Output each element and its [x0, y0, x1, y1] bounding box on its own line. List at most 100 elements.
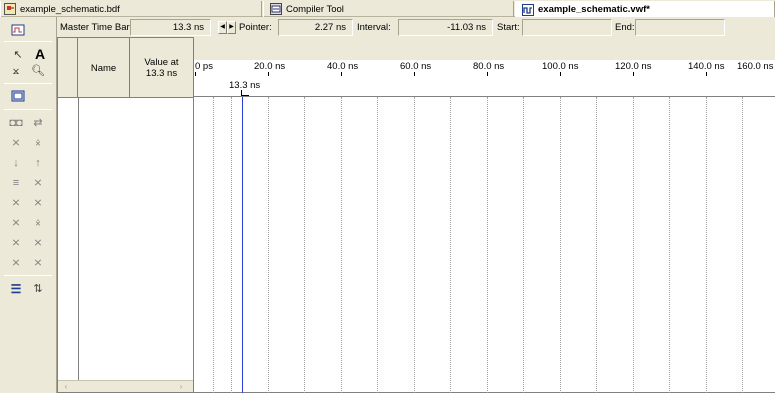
overwrite-value-icon[interactable]: ⨯ — [30, 255, 46, 271]
grid-line — [341, 97, 342, 393]
ruler-label: 100.0 ns — [542, 61, 579, 72]
dont-care-icon[interactable]: ⨰ — [30, 215, 46, 231]
scroll-left-icon[interactable]: ‹ — [61, 382, 71, 392]
pointer-label: Pointer: — [239, 22, 272, 33]
waveform-file-icon — [522, 3, 534, 16]
master-time-marker-handle[interactable] — [241, 90, 249, 96]
replace-icon[interactable]: ⇄ — [30, 115, 46, 131]
name-header-label: Name — [90, 62, 117, 74]
ruler-label: 80.0 ns — [473, 61, 505, 72]
master-time-field[interactable]: 13.3 ns — [130, 19, 211, 36]
scroll-right-icon[interactable]: › — [176, 382, 186, 392]
ruler-label: 60.0 ns — [400, 61, 432, 72]
value-column-header[interactable]: Value at 13.3 ns — [130, 38, 193, 98]
grid-line — [487, 97, 488, 393]
clock-icon[interactable]: ⨯ — [8, 255, 24, 271]
block-diagram-icon — [4, 3, 16, 15]
grid-line — [231, 97, 232, 393]
master-time-value: 13.3 ns — [172, 22, 204, 33]
ruler-tick — [633, 72, 634, 76]
interval-label: Interval: — [357, 22, 391, 33]
ruler-tick — [195, 72, 196, 76]
sort-icon[interactable]: ⇅ — [30, 281, 46, 297]
group-icon[interactable]: ☰ — [8, 281, 24, 297]
find-icon[interactable]: ◘◘ — [8, 115, 24, 131]
ruler-label: 160.0 ns — [737, 61, 774, 72]
waveform-editor-toolbar: ↖ A ⨲ 🔍︎ ◘◘ ⇄ ⨯ ⨰ ↓ ↑ ≡ ⨯ ⨯ ⨯ ⨯ ⨰ ⨯ ⨯ ⨯ … — [0, 17, 57, 393]
ruler-label: 0 ps — [195, 61, 213, 72]
weak-low-icon[interactable]: ≡ — [8, 175, 24, 191]
weak-high-icon[interactable]: ⨯ — [30, 175, 46, 191]
grid-line — [596, 97, 597, 393]
ruler-tick — [706, 72, 707, 76]
waveform-edit-icon[interactable]: ⨲ — [8, 63, 24, 79]
fullscreen-icon[interactable] — [10, 89, 26, 105]
ruler-tick — [341, 72, 342, 76]
toolbar-separator — [4, 41, 52, 42]
grid-line — [304, 97, 305, 393]
uninitialized-icon[interactable]: ⨯ — [8, 195, 24, 211]
grid-line — [560, 97, 561, 393]
end-field[interactable] — [635, 19, 725, 36]
arbitrary-value-icon[interactable]: ⨯ — [30, 235, 46, 251]
select-arrow-icon[interactable]: ↖ — [10, 47, 26, 63]
text-tool-icon[interactable]: A — [32, 46, 48, 62]
invert-icon[interactable]: ⨯ — [8, 135, 24, 151]
grid-line — [450, 97, 451, 393]
random-value-icon[interactable]: ⨯ — [30, 195, 46, 211]
grid-line — [669, 97, 670, 393]
interval-field: -11.03 ns — [398, 19, 493, 36]
grid-line — [523, 97, 524, 393]
grid-line — [706, 97, 707, 393]
high-impedance-icon[interactable]: ⨯ — [8, 215, 24, 231]
names-horizontal-scrollbar[interactable]: ‹ › — [58, 380, 193, 392]
previous-transition-button[interactable]: ◀ — [218, 21, 227, 34]
pointer-value: 2.27 ns — [314, 22, 346, 33]
name-column-header[interactable]: Name — [78, 38, 130, 98]
tab-label: example_schematic.vwf* — [538, 4, 650, 15]
start-label: Start: — [497, 22, 520, 33]
count-value-icon[interactable]: ⨰ — [30, 135, 46, 151]
signal-names-panel: Name Value at 13.3 ns ‹ › — [57, 37, 194, 393]
index-column-divider — [78, 98, 79, 380]
waveform-area[interactable] — [194, 60, 775, 393]
tab-example-schematic-vwf[interactable]: example_schematic.vwf* — [515, 1, 775, 18]
toolbar-separator — [4, 83, 52, 84]
next-transition-button[interactable]: ▶ — [227, 21, 236, 34]
tab-example-schematic-bdf[interactable]: example_schematic.bdf — [0, 1, 262, 17]
ruler-label: 20.0 ns — [254, 61, 286, 72]
ruler-tick — [560, 72, 561, 76]
ruler-tick — [414, 72, 415, 76]
waveform-edit-icon[interactable] — [10, 23, 26, 39]
grid-line — [742, 97, 743, 393]
index-column-header — [58, 38, 78, 98]
forcing-low-icon[interactable]: ↓ — [8, 155, 24, 171]
interval-value: -11.03 ns — [447, 22, 486, 33]
ruler-tick — [487, 72, 488, 76]
pointer-field: 2.27 ns — [278, 19, 353, 36]
toolbar-separator — [4, 109, 52, 110]
tab-compiler-tool[interactable]: Compiler Tool — [263, 1, 514, 17]
tab-label: Compiler Tool — [286, 3, 344, 15]
names-header: Name Value at 13.3 ns — [58, 38, 193, 98]
value-header-label: Value at 13.3 ns — [144, 57, 179, 79]
master-time-label: Master Time Bar: — [60, 22, 133, 33]
zoom-icon[interactable]: 🔍︎ — [30, 63, 46, 79]
end-label: End: — [615, 22, 635, 33]
grid-line — [414, 97, 415, 393]
ruler-tick — [268, 72, 269, 76]
compiler-icon — [270, 3, 282, 15]
tab-label: example_schematic.bdf — [20, 3, 120, 15]
grid-line — [268, 97, 269, 393]
forcing-unknown-icon[interactable]: ⨯ — [8, 235, 24, 251]
ruler-label: 120.0 ns — [615, 61, 652, 72]
master-time-marker[interactable] — [242, 97, 243, 393]
toolbar-separator — [4, 275, 52, 276]
grid-line — [633, 97, 634, 393]
start-field[interactable] — [522, 19, 612, 36]
document-tab-bar: example_schematic.bdf Compiler Tool exam… — [0, 0, 775, 18]
grid-line — [377, 97, 378, 393]
forcing-high-icon[interactable]: ↑ — [30, 155, 46, 171]
grid-line — [213, 97, 214, 393]
ruler-label: 40.0 ns — [327, 61, 359, 72]
